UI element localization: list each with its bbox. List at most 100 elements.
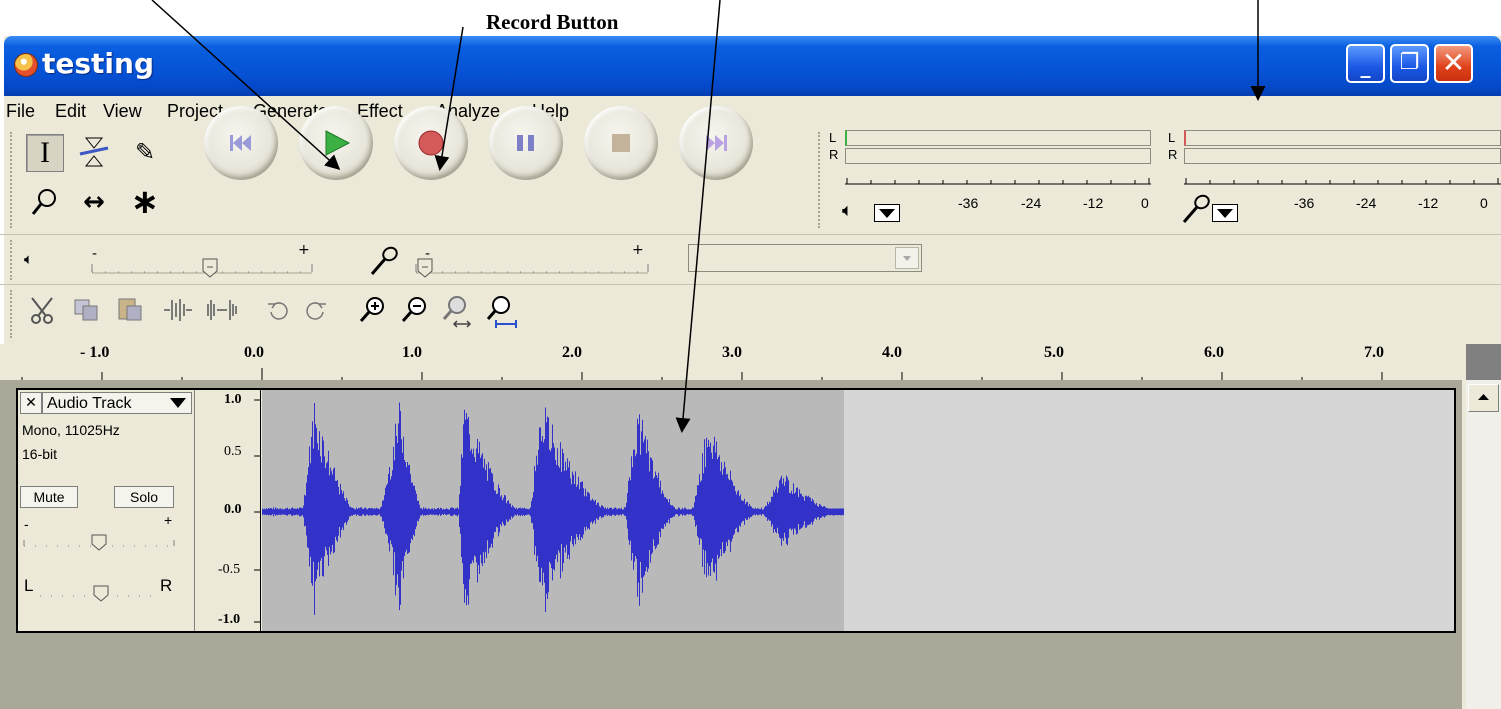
zoom-in-icon <box>359 297 384 322</box>
close-icon: ✕ <box>25 395 37 411</box>
pan-slider[interactable] <box>38 580 162 604</box>
minimize-icon: _ <box>1360 54 1371 78</box>
record-meter-menu-button[interactable] <box>1212 204 1238 222</box>
play-button[interactable] <box>299 106 373 180</box>
toolbar-grip[interactable] <box>10 240 15 280</box>
menu-file[interactable]: File <box>6 101 35 122</box>
draw-tool-button[interactable]: ✎ <box>126 134 164 172</box>
menu-view[interactable]: View <box>103 101 142 122</box>
scale-ticks <box>254 399 260 623</box>
scissors-icon <box>31 297 53 324</box>
pan-left-label: L <box>24 576 34 595</box>
record-button[interactable] <box>394 106 468 180</box>
scroll-up-button[interactable] <box>1468 384 1499 412</box>
ruler-tick-label: 4.0 <box>882 344 902 361</box>
undo-icon <box>268 302 288 320</box>
annotation-area <box>0 0 1501 36</box>
play-meter-tick: -36 <box>958 195 979 211</box>
record-icon <box>418 130 444 156</box>
fit-selection-button[interactable] <box>440 294 474 330</box>
minimize-button[interactable]: _ <box>1346 44 1385 83</box>
zoom-tool-button[interactable] <box>26 184 64 222</box>
toolbar-grip[interactable] <box>10 132 15 228</box>
skip-to-end-button[interactable] <box>679 106 753 180</box>
paste-button[interactable] <box>114 294 146 326</box>
silence-icon <box>207 300 237 320</box>
timeline-ruler[interactable]: - 1.0 0.0 1.0 2.0 3.0 4.0 5.0 6.0 7.0 <box>0 344 1462 381</box>
record-button-annotation: Record Button <box>486 10 619 34</box>
waveform[interactable] <box>262 390 844 631</box>
record-meter-scale <box>1184 178 1501 185</box>
triangle-down-icon <box>170 398 186 408</box>
copy-button[interactable] <box>70 294 102 326</box>
play-meter-left-label: L <box>829 130 837 145</box>
paste-icon <box>118 298 142 321</box>
play-icon <box>325 130 351 156</box>
toolbar-grip[interactable] <box>818 132 823 228</box>
input-volume-slider[interactable] <box>414 256 650 278</box>
play-meter-scale <box>845 178 1151 185</box>
vertical-scrollbar[interactable] <box>1466 380 1501 709</box>
ibeam-icon: I <box>40 136 50 169</box>
play-meter-right-label: R <box>829 147 839 162</box>
zoom-in-button[interactable] <box>356 294 388 326</box>
record-meter-right-label: R <box>1168 147 1178 162</box>
skip-to-start-button[interactable] <box>204 106 278 180</box>
title-bar[interactable]: testing _ ❐ ✕ <box>4 36 1501 96</box>
restore-button[interactable]: ❐ <box>1390 44 1429 83</box>
gain-slider[interactable] <box>22 530 176 552</box>
pencil-icon: ✎ <box>134 138 156 166</box>
speaker-icon: 🔈︎ <box>842 200 853 221</box>
multi-tool-button[interactable]: ∗ <box>126 184 164 222</box>
play-meter-menu-button[interactable] <box>874 204 900 222</box>
menu-edit[interactable]: Edit <box>55 101 86 122</box>
magnifier-icon <box>31 189 56 215</box>
output-volume-slider[interactable] <box>90 256 314 278</box>
record-meter-tick: 0 <box>1480 195 1488 211</box>
silence-button[interactable] <box>206 294 238 326</box>
toolbar-grip[interactable] <box>10 290 15 338</box>
close-window-button[interactable]: ✕ <box>1434 44 1473 83</box>
scrollbar-corner <box>1466 344 1501 380</box>
ruler-tick-label: 0.0 <box>244 344 264 361</box>
ruler-tick-label: 2.0 <box>562 344 582 361</box>
pause-button[interactable] <box>489 106 563 180</box>
record-meter-tick: -12 <box>1418 195 1439 211</box>
record-meter-right-bar <box>1184 148 1501 164</box>
trim-button[interactable] <box>162 294 194 326</box>
fit-selection-icon <box>442 296 472 328</box>
input-source-dropdown-button[interactable] <box>895 247 919 269</box>
toolbar-separator <box>0 284 1501 285</box>
fit-project-button[interactable] <box>484 294 518 330</box>
ruler-ticks <box>21 368 1383 380</box>
solo-button[interactable]: Solo <box>114 486 174 508</box>
skip-end-icon <box>706 135 727 151</box>
scale-label: 1.0 <box>224 392 242 407</box>
track-name: Audio Track <box>47 395 132 412</box>
pause-icon <box>517 135 534 151</box>
zoom-out-button[interactable] <box>398 294 430 326</box>
ruler-tick-label: 5.0 <box>1044 344 1064 361</box>
selection-tool-button[interactable]: I <box>26 134 64 172</box>
close-icon: ✕ <box>1441 46 1466 79</box>
play-meter-tick: 0 <box>1141 195 1149 211</box>
cut-button[interactable] <box>26 294 58 326</box>
undo-button[interactable] <box>262 294 294 326</box>
input-source-select[interactable] <box>688 244 922 272</box>
empty-track-region[interactable] <box>844 390 1454 631</box>
stop-icon <box>612 134 630 152</box>
envelope-tool-button[interactable] <box>75 134 113 172</box>
mute-button[interactable]: Mute <box>20 486 78 508</box>
skip-start-icon <box>230 135 251 151</box>
redo-button[interactable] <box>300 294 332 326</box>
double-arrow-icon: ↔ <box>83 187 105 217</box>
stop-button[interactable] <box>584 106 658 180</box>
track-menu-button[interactable]: Audio Track <box>42 392 192 414</box>
asterisk-icon: ∗ <box>130 182 160 222</box>
trim-icon <box>164 299 192 321</box>
output-volume-icon: 🔈︎ <box>24 250 34 268</box>
waveform-path <box>262 402 844 615</box>
dropdown-icon <box>1217 209 1233 218</box>
close-track-button[interactable]: ✕ <box>20 392 42 414</box>
time-shift-tool-button[interactable]: ↔ <box>75 184 113 222</box>
